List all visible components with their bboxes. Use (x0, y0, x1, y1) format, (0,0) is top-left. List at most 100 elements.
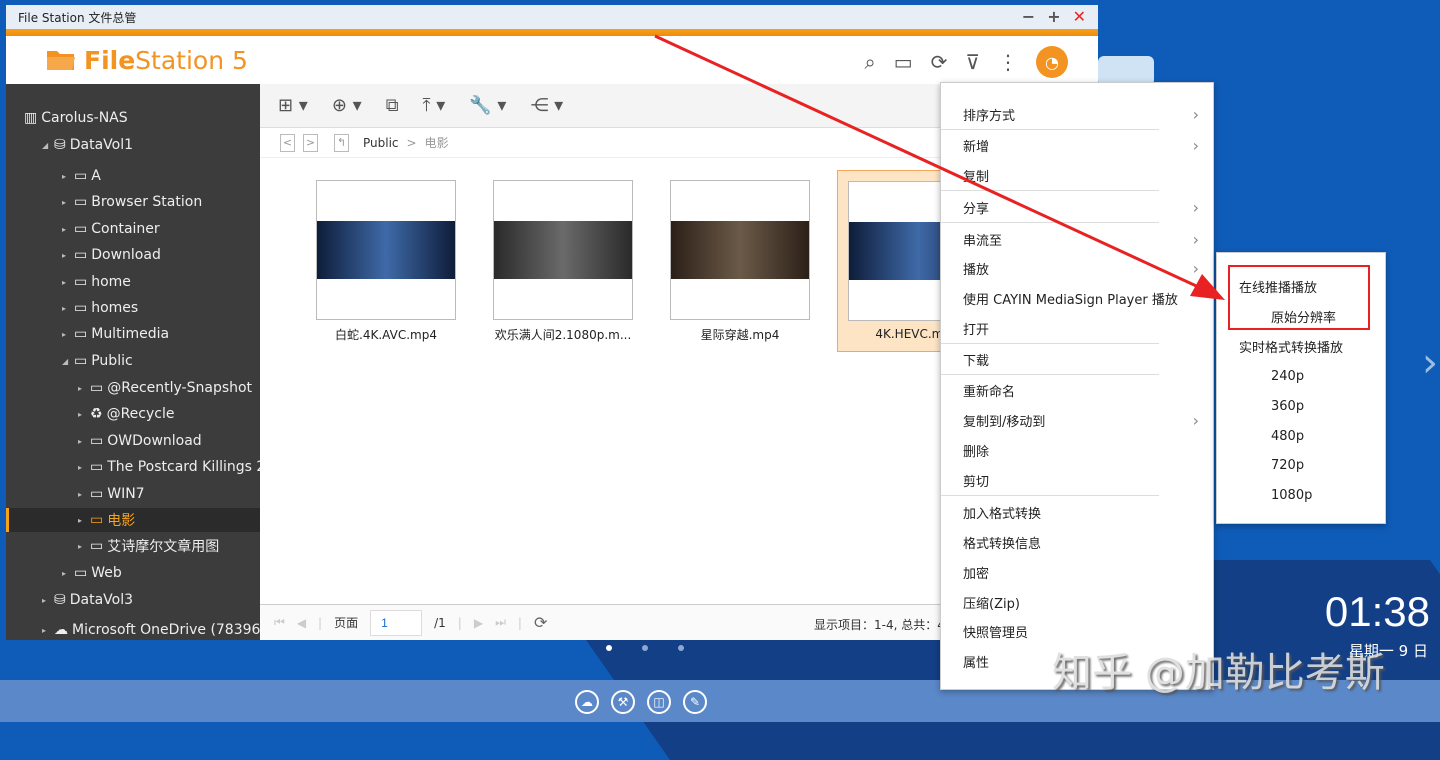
file-item[interactable]: 欢乐满人间2.1080p.m... (493, 180, 633, 352)
context-menu-item[interactable]: 复制到/移动到 › (963, 408, 1203, 432)
expand-arrow-icon[interactable]: ▸ (62, 330, 70, 339)
submenu-item[interactable]: 720p (1271, 454, 1304, 476)
expand-arrow-icon[interactable]: ▸ (62, 225, 70, 234)
tree-item[interactable]: ▸ ▭ A (62, 164, 101, 188)
expand-arrow-icon[interactable]: ▸ (78, 516, 86, 525)
menu-item-label: 下载 (963, 353, 990, 369)
submenu-item[interactable]: 360p (1271, 395, 1304, 417)
next-page-icon[interactable]: ▶ (474, 616, 483, 630)
expand-arrow-icon[interactable]: ▸ (62, 251, 70, 260)
tree-item[interactable]: ▸ ▭ Multimedia (62, 322, 169, 346)
context-menu-item[interactable]: 加密 (963, 560, 1203, 584)
tree-item[interactable]: ▸ ▭ home (62, 270, 131, 294)
cloud-icon[interactable]: ☁ (575, 690, 599, 714)
tree-item[interactable]: ▸ ▭ Download (62, 243, 161, 267)
upload-icon[interactable]: ⤒ ▾ (423, 95, 446, 116)
maximize-button[interactable]: + (1047, 7, 1060, 26)
tree-item[interactable]: ◢ ▭ Public (62, 349, 133, 373)
breadcrumb-public[interactable]: Public (363, 136, 399, 150)
context-menu-item[interactable]: 加入格式转换 (963, 500, 1203, 524)
prev-page-icon[interactable]: ◀ (297, 616, 306, 630)
expand-arrow-icon[interactable]: ▸ (42, 626, 50, 635)
parent-folder-button[interactable]: ↰ (334, 133, 349, 152)
tree-item[interactable]: ▸ ☁Microsoft OneDrive (78396361 (42, 618, 260, 640)
tree-item[interactable]: ◢ ⛁ DataVol1 (42, 133, 133, 157)
submenu-item[interactable]: 240p (1271, 365, 1304, 387)
tree-item[interactable]: ▸ ▭ OWDownload (78, 429, 202, 453)
context-menu-item[interactable]: 复制 (963, 163, 1203, 187)
tree-item[interactable]: ▸ ▭ 电影 (6, 508, 260, 532)
tree-item[interactable]: ▸ ⛁ DataVol3 (42, 588, 133, 612)
copy-icon[interactable]: ⧉ (386, 95, 399, 116)
tree-item-label: OWDownload (107, 433, 202, 449)
expand-arrow-icon[interactable]: ▸ (62, 172, 70, 181)
expand-arrow-icon[interactable]: ▸ (78, 542, 86, 551)
user-icon[interactable]: ◔ (1036, 46, 1068, 78)
grid-view-icon[interactable]: ⊞ ▾ (278, 95, 308, 116)
expand-arrow-icon[interactable]: ▸ (62, 278, 70, 287)
tree-item[interactable]: ▸ ▭ Container (62, 217, 160, 241)
minimize-button[interactable]: − (1022, 7, 1035, 26)
file-item[interactable]: 白蛇.4K.AVC.mp4 (316, 180, 456, 352)
back-button[interactable]: < (280, 133, 295, 152)
last-page-icon[interactable]: ⏭ (495, 615, 506, 630)
tree-item[interactable]: ▸ ▭ WIN7 (78, 482, 145, 506)
refresh-icon[interactable]: ⟳ (534, 613, 547, 632)
tree-item[interactable]: ▸ ▭The Postcard Killings 2020 (78, 455, 260, 479)
forward-button[interactable]: > (303, 133, 318, 152)
expand-arrow-icon[interactable]: ▸ (62, 198, 70, 207)
tree-item[interactable]: ▸ ▭ Web (62, 561, 122, 585)
tools-icon[interactable]: ⚒ (611, 690, 635, 714)
file-item[interactable]: 星际穿越.mp4 (670, 180, 810, 352)
tree-item[interactable]: ▸ ♻ @Recycle (78, 402, 174, 426)
expand-arrow-icon[interactable]: ▸ (62, 304, 70, 313)
page-dots[interactable] (606, 645, 684, 651)
context-menu-item[interactable]: 分享 › (963, 195, 1203, 219)
expand-arrow-icon[interactable]: ▸ (78, 384, 86, 393)
expand-arrow-icon[interactable]: ▸ (42, 596, 50, 605)
refresh-icon[interactable]: ⟳ (931, 50, 948, 74)
expand-arrow-icon[interactable]: ▸ (78, 437, 86, 446)
context-menu-item[interactable]: 压缩(Zip) (963, 590, 1203, 614)
tree-item[interactable]: ▸ ▭ Browser Station (62, 190, 202, 214)
expand-arrow-icon[interactable]: ▸ (62, 569, 70, 578)
context-menu-item[interactable]: 播放 › (963, 256, 1203, 280)
search-icon[interactable]: ⌕ (864, 50, 875, 74)
expand-arrow-icon[interactable]: ▸ (78, 410, 86, 419)
tree-item[interactable]: ▸ ▭ 艾诗摩尔文章用图 (78, 534, 219, 558)
context-menu-item[interactable]: 格式转换信息 (963, 530, 1203, 554)
chevron-right-icon: › (1192, 229, 1199, 249)
context-menu-item[interactable]: 新增 › (963, 133, 1203, 157)
tree-item[interactable]: ▥ Carolus-NAS (24, 106, 128, 130)
tree-item-label: Carolus-NAS (41, 110, 128, 126)
tools-icon[interactable]: 🔧 ▾ (469, 95, 506, 116)
context-menu-item[interactable]: 重新命名 (963, 378, 1203, 402)
expand-arrow-icon[interactable]: ▸ (78, 463, 86, 472)
expand-arrow-icon[interactable]: ◢ (42, 141, 50, 150)
submenu-item[interactable]: 1080p (1271, 484, 1312, 506)
more-icon[interactable]: ⋮ (998, 50, 1018, 74)
page-input[interactable] (370, 609, 423, 636)
cast-icon[interactable]: ▭ (894, 50, 913, 74)
context-menu-item[interactable]: 串流至 › (963, 227, 1203, 251)
submenu-item[interactable]: 480p (1271, 425, 1304, 447)
book-icon[interactable]: ◫ (647, 690, 671, 714)
filter-icon[interactable]: ⊽ (965, 50, 980, 74)
context-menu-item[interactable]: 下载 (963, 347, 1203, 371)
expand-arrow-icon[interactable]: ▸ (78, 490, 86, 499)
tree-item[interactable]: ▸ ▭ homes (62, 296, 138, 320)
tree-item[interactable]: ▸ ▭ @Recently-Snapshot (78, 376, 252, 400)
next-page-chevron-icon[interactable]: › (1422, 340, 1440, 390)
context-menu-item[interactable]: 使用 CAYIN MediaSign Player 播放 (963, 286, 1203, 310)
expand-arrow-icon[interactable]: ◢ (62, 357, 70, 366)
share-icon[interactable]: ⋲ ▾ (530, 95, 563, 116)
notes-icon[interactable]: ✎ (683, 690, 707, 714)
submenu-item[interactable]: 实时格式转换播放 (1239, 335, 1343, 357)
new-folder-icon[interactable]: ⊕ ▾ (332, 95, 362, 116)
context-menu-item[interactable]: 删除 (963, 438, 1203, 462)
close-button[interactable]: ✕ (1073, 7, 1086, 26)
first-page-icon[interactable]: ⏮ (274, 615, 285, 630)
context-menu-item[interactable]: 剪切 (963, 468, 1203, 492)
context-menu-item[interactable]: 打开 (963, 316, 1203, 340)
context-menu-item[interactable]: 排序方式 › (963, 102, 1203, 126)
